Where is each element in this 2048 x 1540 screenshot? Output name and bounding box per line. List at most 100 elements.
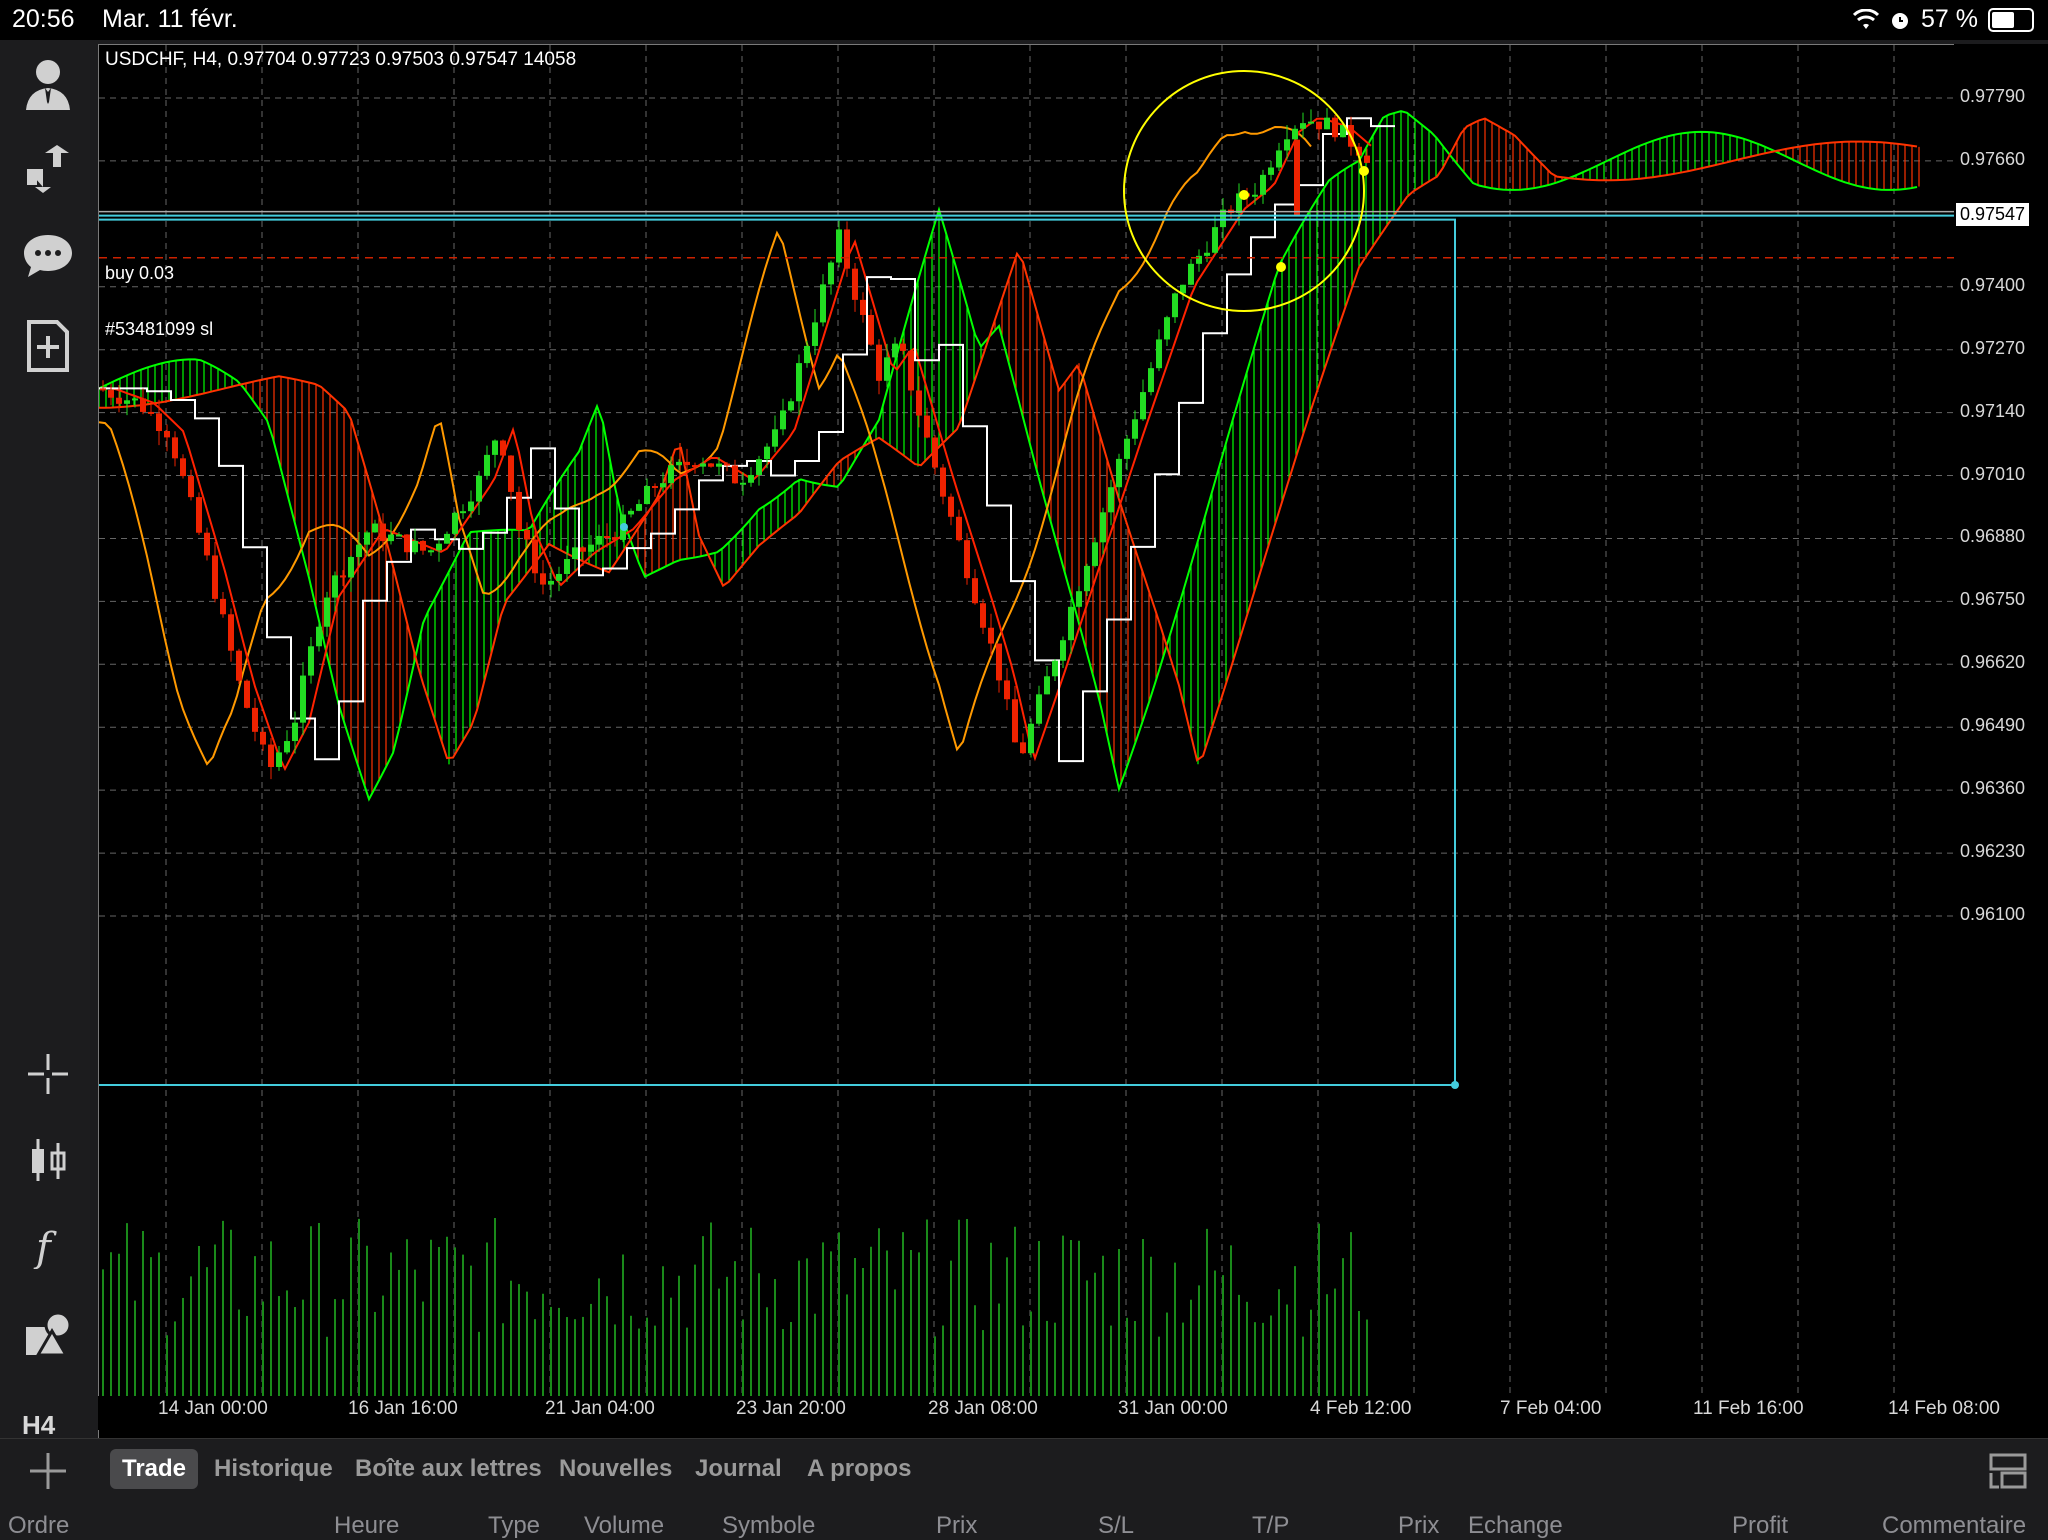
chat-icon[interactable] <box>18 226 78 286</box>
candle-body <box>1212 227 1218 253</box>
candle-body <box>460 511 466 514</box>
candle-body <box>348 557 354 578</box>
trade-table-header: Ordre Heure Type Volume Symbole Prix S/L T/P Pri… <box>0 1500 2048 1539</box>
candle-body <box>516 491 522 530</box>
candle-body <box>1276 150 1282 168</box>
candle-body <box>1172 293 1178 318</box>
candle-body <box>164 431 170 438</box>
candle-body <box>772 429 778 447</box>
candle-body <box>380 523 386 542</box>
candle-body <box>132 398 138 401</box>
timeframe-button[interactable]: H4 <box>22 1410 55 1441</box>
candle-body <box>1316 121 1322 130</box>
candle-body <box>844 229 850 269</box>
bottom-tab-bar: Trade Historique Boîte aux lettres Nouve… <box>0 1438 2048 1501</box>
candle-body <box>1140 392 1146 420</box>
account-icon[interactable] <box>18 54 78 114</box>
candle-body <box>532 539 538 574</box>
candle-body <box>956 516 962 541</box>
left-toolbar: f H4 <box>0 40 96 1440</box>
candle-body <box>268 744 274 768</box>
candle-body <box>100 388 106 391</box>
candle-body <box>292 722 298 742</box>
candle-body <box>804 345 810 364</box>
candle-body <box>404 534 410 553</box>
candle-body <box>820 284 826 323</box>
indicator-function-icon[interactable]: f <box>18 1216 78 1276</box>
layout-icon[interactable] <box>1988 1451 2028 1491</box>
candle-chart-icon[interactable] <box>18 1130 78 1190</box>
date: Mar. 11 févr. <box>102 5 238 33</box>
candle-body <box>1076 591 1082 607</box>
candle-body <box>332 575 338 598</box>
time-tick: 28 Jan 08:00 <box>928 1398 1038 1419</box>
shapes-icon[interactable] <box>18 1304 78 1364</box>
chart-canvas[interactable] <box>99 45 1955 1397</box>
price-chart[interactable]: USDCHF, H4, 0.97704 0.97723 0.97503 0.97… <box>98 44 1956 1440</box>
candle-body <box>1188 263 1194 285</box>
chart-title: USDCHF, H4, 0.97704 0.97723 0.97503 0.97… <box>105 49 577 70</box>
candle-body <box>284 741 290 753</box>
candle-body <box>700 463 706 467</box>
candle-body <box>636 504 642 511</box>
price-axis: 0.97790 0.97660 0.97400 0.97270 0.97140 0.970… <box>1954 44 2048 1438</box>
time-tick: 31 Jan 00:00 <box>1118 1398 1228 1419</box>
candle-body <box>188 476 194 498</box>
rectangle-handle <box>1451 1081 1459 1089</box>
candle-body <box>1004 680 1010 700</box>
add-icon[interactable] <box>28 1451 68 1491</box>
candle-body <box>708 463 714 467</box>
price-tick: 0.97400 <box>1960 274 2026 295</box>
candle-body <box>148 411 154 414</box>
tab-nouvelles[interactable]: Nouvelles <box>547 1449 684 1489</box>
current-price-label: 0.97547 <box>1956 202 2030 226</box>
candle-body <box>388 534 394 542</box>
candle-body <box>1020 742 1026 754</box>
candle-body <box>196 497 202 533</box>
tab-a-propos[interactable]: A propos <box>795 1449 923 1489</box>
candle-body <box>660 483 666 488</box>
candle-body <box>116 397 122 404</box>
candle-body <box>1156 339 1162 369</box>
candle-body <box>468 501 474 512</box>
time-tick: 14 Jan 00:00 <box>158 1398 268 1419</box>
candle-body <box>1308 121 1314 124</box>
price-tick: 0.97270 <box>1960 337 2026 358</box>
candle-body <box>796 363 802 402</box>
new-document-icon[interactable] <box>18 316 78 376</box>
time-tick: 7 Feb 04:00 <box>1500 1398 1602 1419</box>
crosshair-icon[interactable] <box>18 1044 78 1104</box>
candle-body <box>316 626 322 647</box>
status-bar: 20:56 Mar. 11 févr. 57 % <box>0 0 2048 40</box>
tab-trade[interactable]: Trade <box>110 1449 199 1489</box>
ellipse-handle <box>1359 166 1369 176</box>
candle-body <box>988 627 994 644</box>
candle-body <box>124 400 130 404</box>
candle-body <box>596 536 602 545</box>
candle-body <box>764 446 770 460</box>
price-tick: 0.96880 <box>1960 526 2026 547</box>
candle-body <box>916 390 922 416</box>
candle-body <box>412 540 418 553</box>
tab-journal[interactable]: Journal <box>683 1449 794 1489</box>
candle-body <box>1116 458 1122 488</box>
candle-body <box>236 650 242 681</box>
candle-body <box>228 614 234 651</box>
candle-body <box>444 533 450 544</box>
candle-body <box>932 437 938 468</box>
candle-body <box>1204 252 1210 256</box>
candle-body <box>692 465 698 468</box>
tab-boite-aux-lettres[interactable]: Boîte aux lettres <box>343 1449 554 1489</box>
rectangle-handle <box>620 523 628 531</box>
candle-body <box>1284 139 1290 151</box>
candle-body <box>980 603 986 628</box>
candle-body <box>1108 487 1114 513</box>
candle-body <box>180 458 186 477</box>
candle-body <box>500 440 506 456</box>
battery-icon <box>1988 7 2034 32</box>
candle-body <box>580 547 586 552</box>
transfer-icon[interactable] <box>18 138 78 198</box>
price-tick: 0.97010 <box>1960 463 2026 484</box>
candle-body <box>1252 194 1258 197</box>
tab-historique[interactable]: Historique <box>202 1449 345 1489</box>
